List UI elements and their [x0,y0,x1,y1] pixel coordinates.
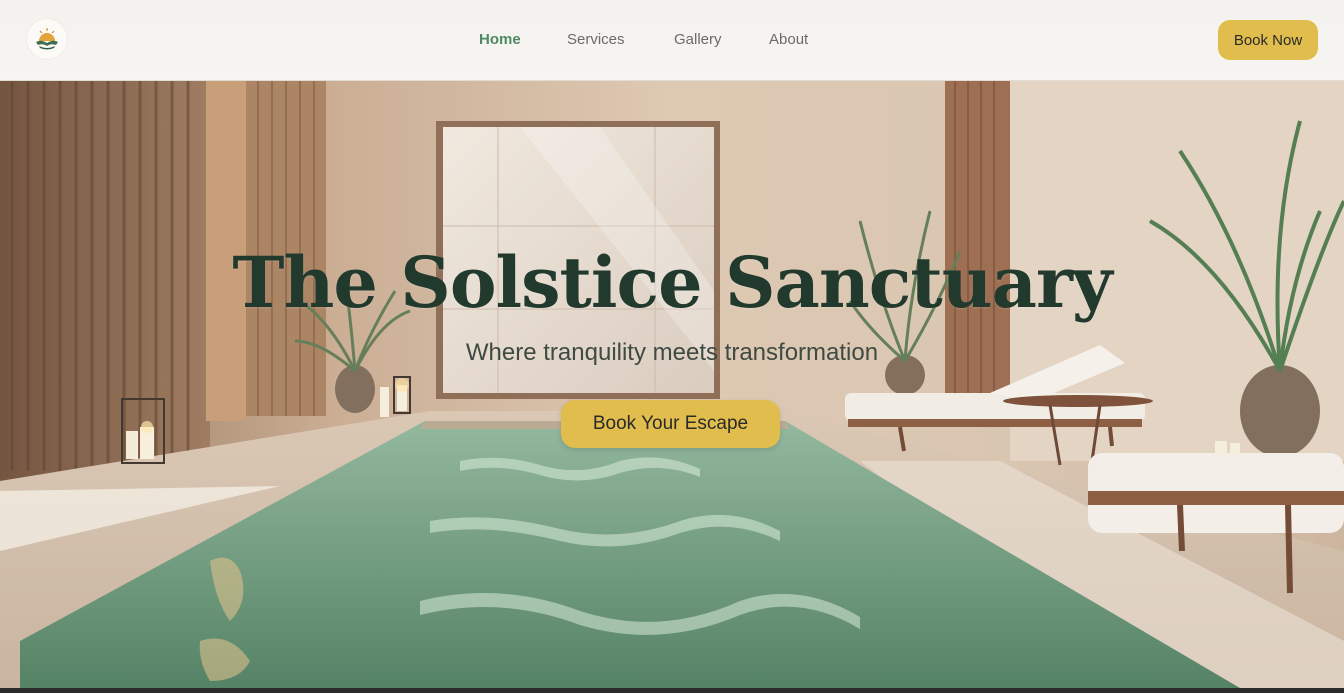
nav-services[interactable]: Services [567,31,625,48]
hero-section: The Solstice Sanctuary Where tranquility… [0,81,1344,688]
hero-subtitle: Where tranquility meets transformation [465,339,879,366]
nav-about[interactable]: About [769,31,808,48]
window-bottom-edge [0,688,1344,693]
main-nav: Home Services Gallery About [0,0,1344,81]
page: Home Services Gallery About Book Now The… [0,0,1344,688]
site-header: Home Services Gallery About Book Now [0,0,1344,81]
book-your-escape-button[interactable]: Book Your Escape [561,400,780,448]
hero-title: The Solstice Sanctuary [232,241,1112,324]
nav-home[interactable]: Home [479,31,521,48]
nav-gallery[interactable]: Gallery [674,31,722,48]
hero-background-image [0,81,1344,688]
book-now-button[interactable]: Book Now [1218,20,1318,60]
